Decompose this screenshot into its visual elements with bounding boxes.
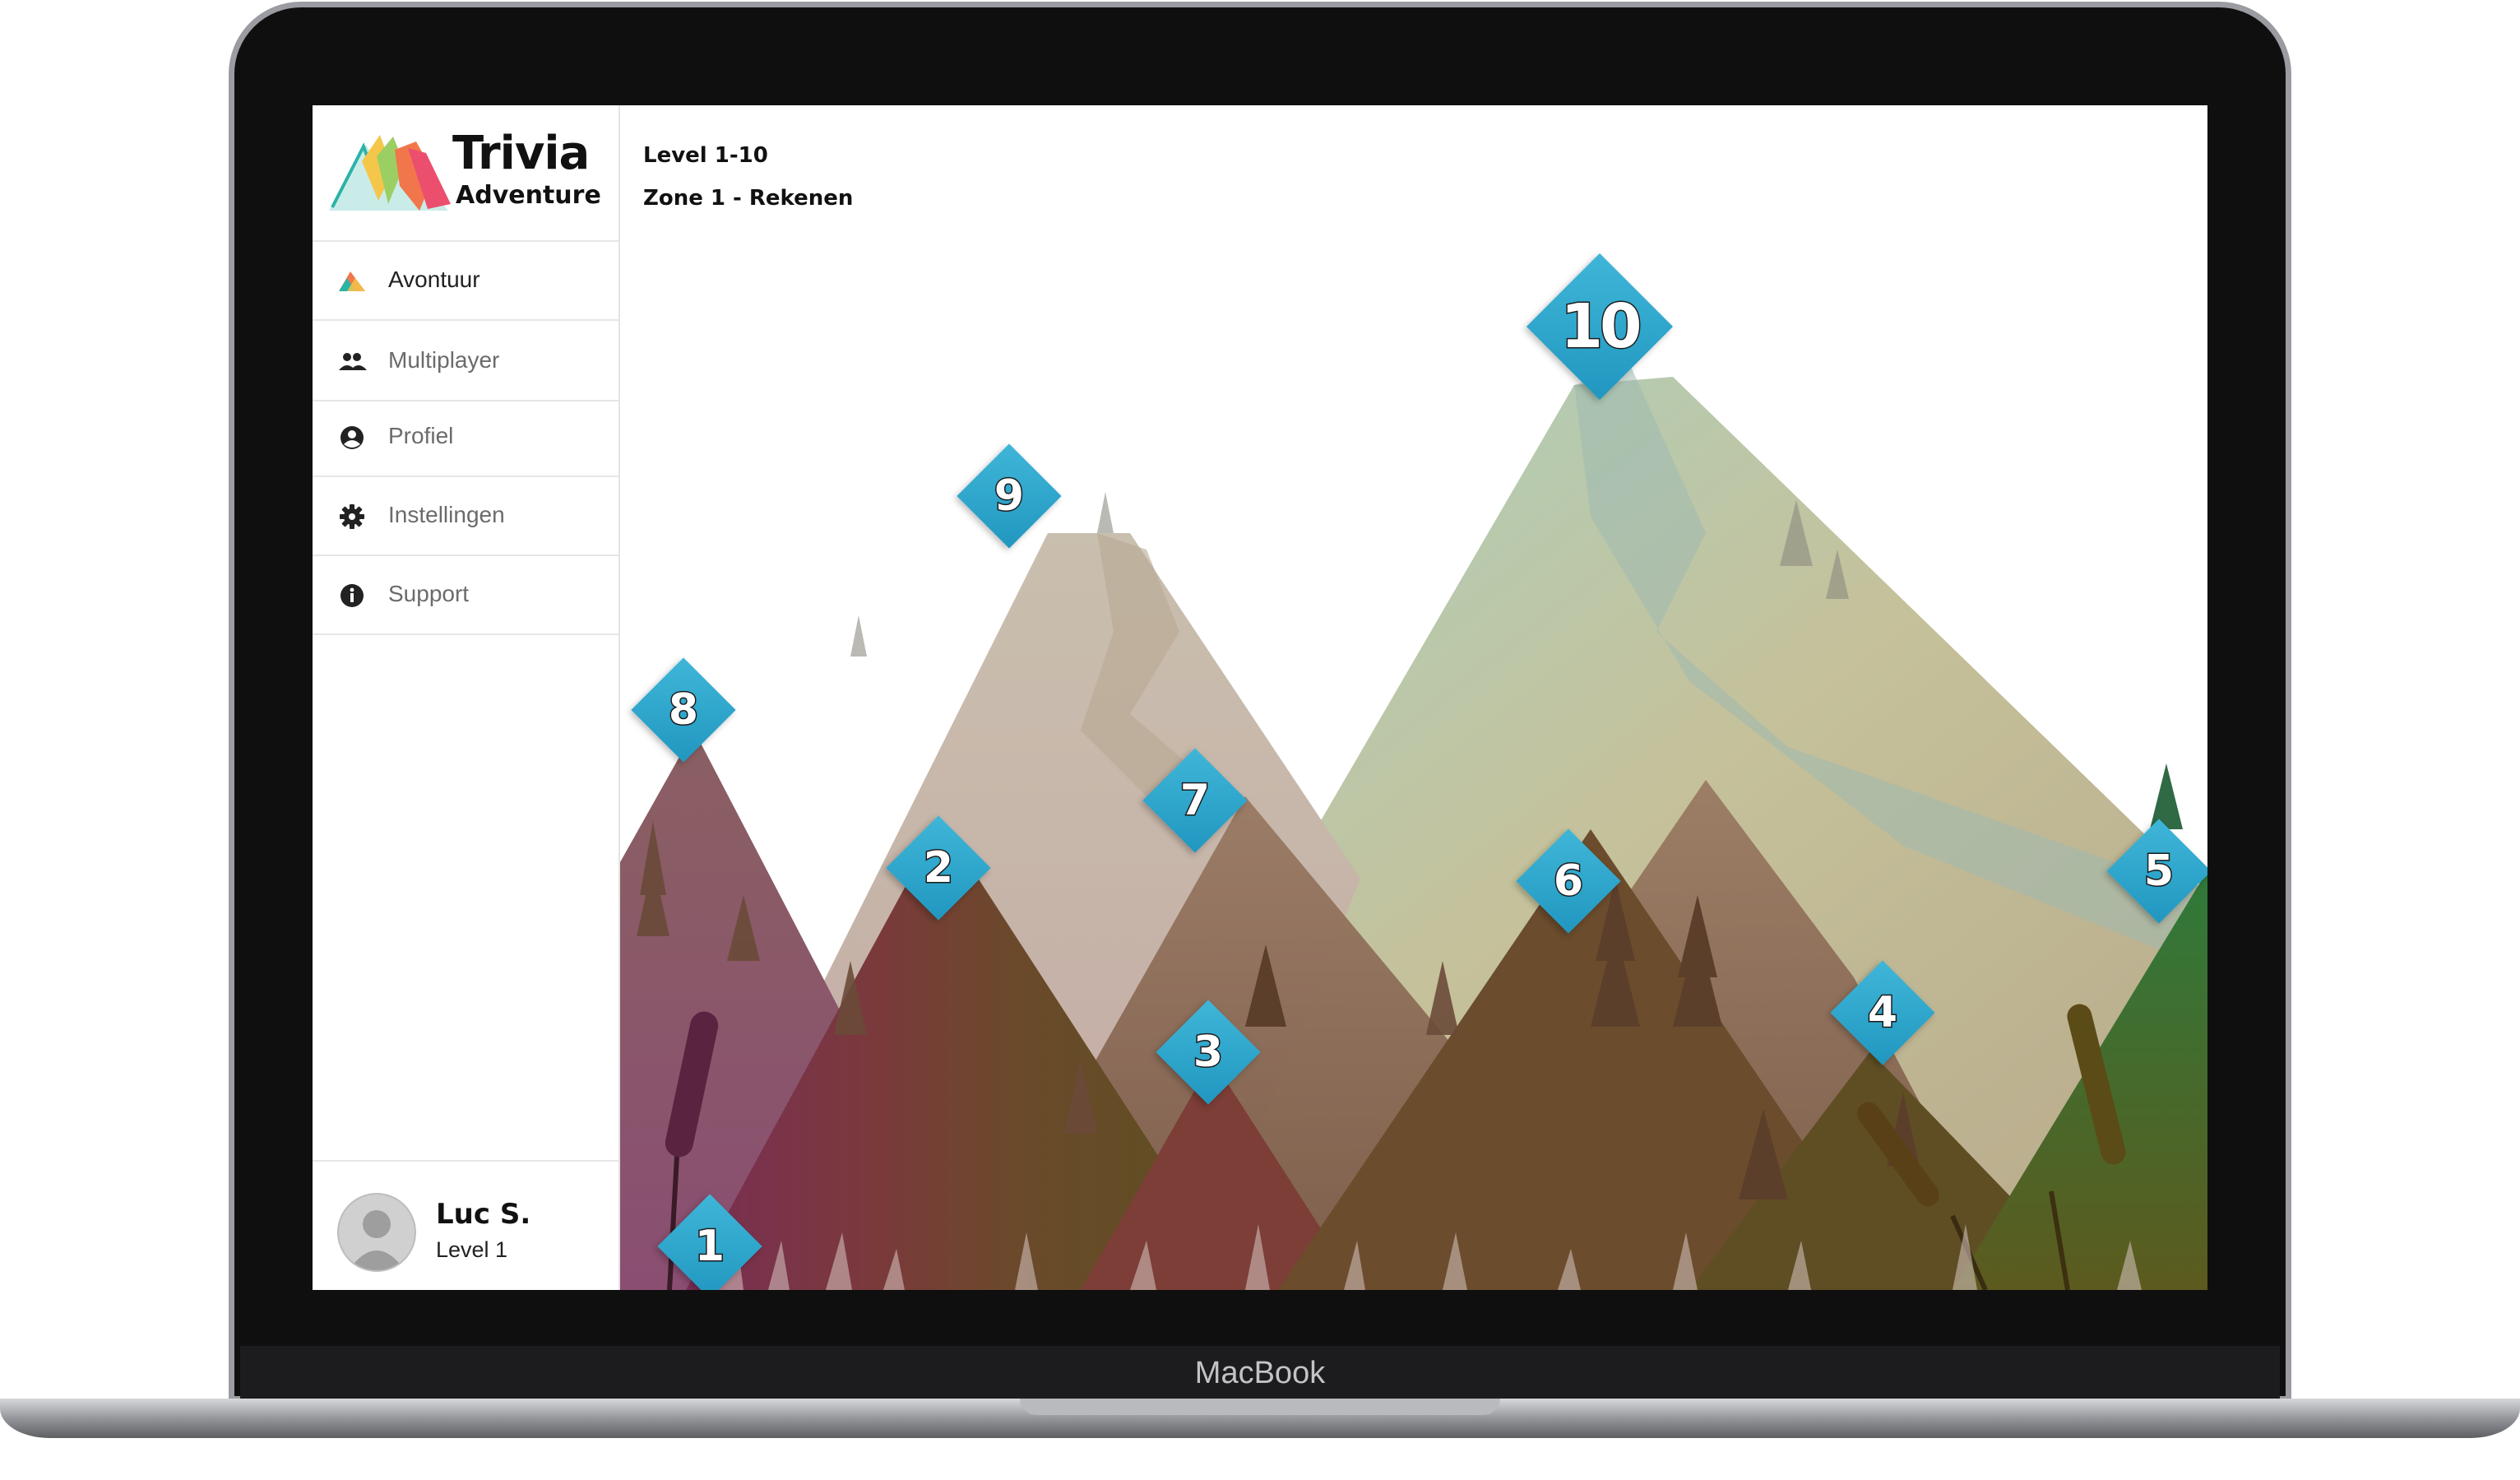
level-node-3[interactable]: 3 <box>1156 1000 1261 1105</box>
level-node-6[interactable]: 6 <box>1516 828 1621 934</box>
group-icon <box>339 353 367 370</box>
device-label: MacBook <box>1194 1356 1326 1390</box>
sidebar-item-label: Multiplayer <box>388 347 500 373</box>
level-number: 10 <box>1559 290 1643 364</box>
level-number: 6 <box>1552 856 1584 907</box>
sidebar-item-support[interactable]: Support <box>313 556 618 635</box>
level-node-9[interactable]: 9 <box>957 443 1062 549</box>
app-logo[interactable]: Trivia Adventure <box>313 105 618 242</box>
sidebar-item-label: Instellingen <box>388 502 505 527</box>
level-node-2[interactable]: 2 <box>886 815 991 921</box>
logo-mountain-icon <box>329 135 451 211</box>
adventure-map: Level 1-10 Zone 1 - Rekenen 1 2 3 4 5 6 <box>620 105 2207 1290</box>
user-level: Level 1 <box>436 1237 508 1262</box>
logo-subtitle: Adventure <box>456 181 601 210</box>
user-profile-card[interactable]: Luc S. Level 1 <box>313 1160 618 1290</box>
level-node-5[interactable]: 5 <box>2106 819 2207 924</box>
sidebar-item-instellingen[interactable]: Instellingen <box>313 477 618 556</box>
level-number: 7 <box>1179 775 1211 827</box>
level-number: 1 <box>693 1221 725 1273</box>
level-number: 8 <box>667 684 699 736</box>
avatar-placeholder-icon <box>349 1210 405 1270</box>
sidebar: Trivia Adventure Avontuur Multiplayer Pr <box>313 105 620 1290</box>
laptop-notch <box>1020 1399 1500 1415</box>
level-range: Level 1-10 <box>643 143 768 168</box>
app-screen: Trivia Adventure Avontuur Multiplayer Pr <box>313 105 2207 1290</box>
sidebar-item-label: Profiel <box>388 423 454 448</box>
logo-title: Trivia <box>452 127 590 180</box>
user-name: Luc S. <box>436 1198 531 1231</box>
sidebar-item-multiplayer[interactable]: Multiplayer <box>313 322 618 401</box>
level-node-8[interactable]: 8 <box>631 657 736 763</box>
level-number: 5 <box>2142 846 2175 898</box>
level-node-4[interactable]: 4 <box>1830 960 1935 1065</box>
info-icon <box>340 584 364 607</box>
mountain-landscape <box>620 369 2207 1290</box>
level-node-10[interactable]: 10 <box>1526 253 1674 401</box>
zone-title: Zone 1 - Rekenen <box>643 186 854 211</box>
sidebar-item-label: Avontuur <box>388 267 480 292</box>
level-number: 3 <box>1192 1027 1224 1079</box>
sidebar-item-label: Support <box>388 581 470 606</box>
level-node-1[interactable]: 1 <box>657 1194 762 1290</box>
level-number: 4 <box>1866 987 1898 1039</box>
mountain-icon <box>339 271 365 291</box>
level-number: 2 <box>922 842 954 894</box>
level-number: 9 <box>993 471 1025 522</box>
sidebar-item-profiel[interactable]: Profiel <box>313 398 618 477</box>
sidebar-item-avontuur[interactable]: Avontuur <box>313 242 618 321</box>
level-node-7[interactable]: 7 <box>1142 748 1248 853</box>
avatar <box>337 1193 416 1272</box>
user-circle-icon <box>340 426 364 449</box>
gear-icon <box>340 504 364 529</box>
